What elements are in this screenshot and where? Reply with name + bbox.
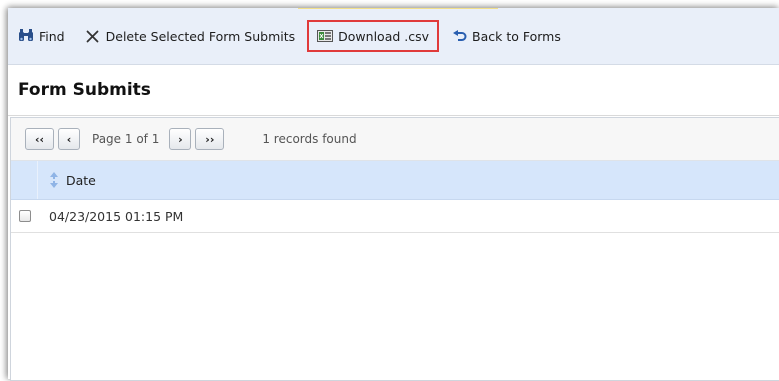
sort-arrows-icon: [46, 172, 62, 188]
delete-label: Delete Selected Form Submits: [105, 28, 296, 44]
date-column-header[interactable]: Date: [38, 172, 96, 188]
last-page-button[interactable]: ››: [195, 128, 225, 150]
back-to-forms-button[interactable]: Back to Forms: [443, 22, 569, 50]
back-label: Back to Forms: [472, 28, 561, 44]
header-select-cell: [11, 161, 38, 199]
x-icon: [85, 28, 101, 44]
undo-arrow-icon: [451, 28, 467, 44]
pager: ‹‹ ‹ Page 1 of 1 › ›› 1 records found: [11, 118, 779, 161]
download-csv-button[interactable]: Download .csv: [307, 20, 440, 52]
page-title: Form Submits: [18, 80, 151, 100]
binoculars-icon: [18, 28, 34, 44]
find-label: Find: [39, 28, 65, 44]
page-header: Form Submits: [8, 65, 779, 116]
date-column-label: Date: [66, 172, 96, 188]
toolbar: Find Delete Selected Form Submits Downlo…: [8, 8, 779, 65]
records-count: 1 records found: [262, 132, 357, 146]
row-date: 04/23/2015 01:15 PM: [49, 208, 184, 224]
submits-grid: ‹‹ ‹ Page 1 of 1 › ›› 1 records found Da…: [10, 117, 779, 381]
csv-file-icon: [317, 28, 334, 44]
next-page-button[interactable]: ›: [169, 128, 192, 150]
find-button[interactable]: Find: [10, 22, 73, 50]
download-label: Download .csv: [338, 28, 430, 44]
table-row[interactable]: 04/23/2015 01:15 PM: [11, 200, 779, 233]
delete-selected-button[interactable]: Delete Selected Form Submits: [77, 22, 304, 50]
page-info: Page 1 of 1: [92, 132, 160, 146]
first-page-button[interactable]: ‹‹: [25, 128, 54, 150]
table-header: Date: [11, 161, 779, 200]
prev-page-button[interactable]: ‹: [58, 128, 80, 150]
row-checkbox[interactable]: [19, 210, 31, 222]
top-accent-strip: [298, 8, 498, 9]
